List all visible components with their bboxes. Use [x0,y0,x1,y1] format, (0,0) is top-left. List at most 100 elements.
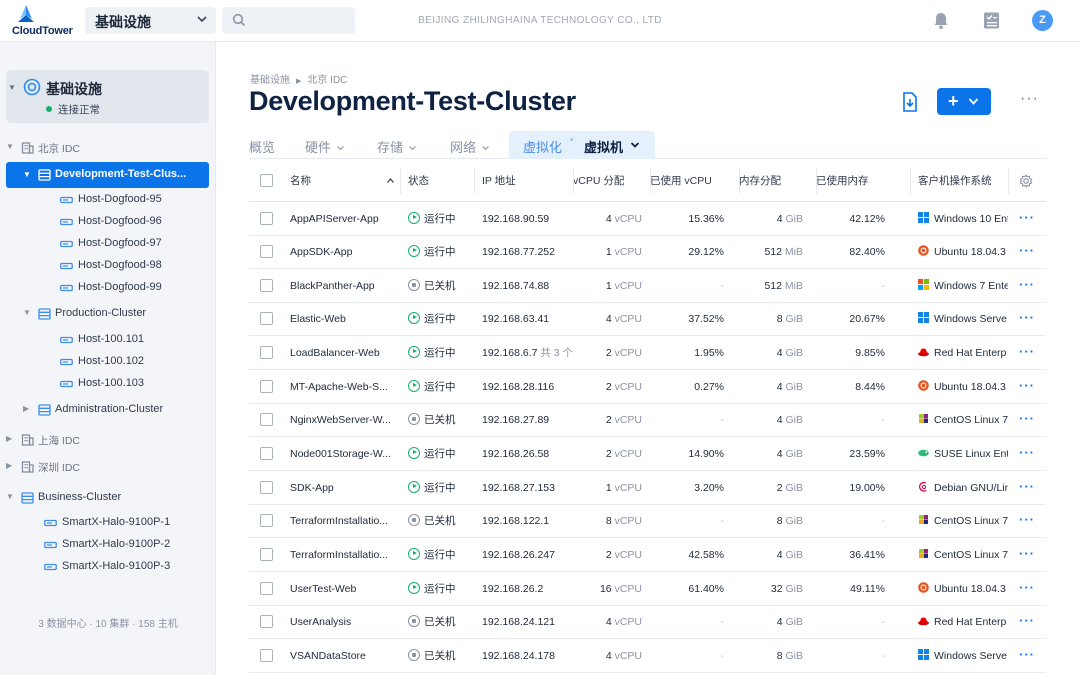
column-header[interactable]: IP 地址 [482,160,516,201]
row-more-button[interactable]: ··· [1019,504,1035,536]
table-row[interactable]: LoadBalancer-Web 运行中 192.168.6.7 共 3 个2 vC… [249,336,1046,370]
row-more-button[interactable]: ··· [1019,437,1035,469]
table-row[interactable]: MT-Apache-Web-S... 运行中 192.168.28.116 2 vCP… [249,370,1046,404]
user-avatar[interactable]: Z [1032,10,1053,31]
tree-item-idc[interactable]: ▼ 北京 IDC [0,137,215,159]
export-icon[interactable] [897,89,923,115]
table-row[interactable]: Node001Storage-W... 运行中 192.168.26.58 2 vCP… [249,437,1046,471]
vm-name[interactable]: VSANDataStore [290,639,398,672]
row-checkbox[interactable] [260,649,273,662]
tab-2[interactable]: 存储 [377,137,417,156]
vm-name[interactable]: UserAnalysis [290,605,398,638]
tree-item-host[interactable]: SmartX-Halo-9100P-1 [0,512,215,534]
row-more-button[interactable]: ··· [1019,302,1035,334]
table-row[interactable]: SDK-App 运行中 192.168.27.153 1 vCPU 3.20% 2 GiB… [249,471,1046,505]
row-checkbox[interactable] [260,312,273,325]
datacenter-card[interactable]: ▼ 基础设施 连接正常 [6,70,209,123]
column-header[interactable]: 内存分配 [739,160,781,201]
column-divider[interactable] [400,168,401,194]
row-checkbox[interactable] [260,582,273,595]
search-input[interactable] [222,7,355,34]
vm-name[interactable]: UserTest-Web [290,572,398,605]
tree-item-host[interactable]: Host-Dogfood-95 [0,189,215,211]
column-settings-gear-icon[interactable] [1019,174,1033,188]
column-header[interactable]: 已使用 vCPU [650,160,712,201]
vm-ip-count[interactable]: 共 3 个 [537,347,573,359]
add-button[interactable]: + [937,88,991,115]
tree-item-cluster[interactable]: ▼ Business-Cluster [0,487,215,509]
table-row[interactable]: TerraformInstallatio... 运行中 192.168.26.247… [249,538,1046,572]
row-checkbox[interactable] [260,245,273,258]
tree-item-cluster[interactable]: ▼ Development-Test-Clus... [6,162,209,188]
caret-down-icon[interactable]: ▼ [23,308,31,317]
table-row[interactable]: Elastic-Web 运行中 192.168.63.41 4 vCPU 37.52% 8… [249,302,1046,336]
bell-icon[interactable] [932,11,950,30]
row-checkbox[interactable] [260,615,273,628]
tree-item-host[interactable]: Host-100.101 [0,329,215,351]
column-header[interactable]: vCPU 分配 [573,160,624,201]
tasks-icon[interactable] [983,11,1000,30]
row-more-button[interactable]: ··· [1019,269,1035,301]
tree-item-host[interactable]: SmartX-Halo-9100P-2 [0,534,215,556]
column-divider[interactable] [573,168,574,194]
row-more-button[interactable]: ··· [1019,605,1035,637]
tab-0[interactable]: 概览 [249,137,275,156]
column-header[interactable]: 已使用内存 [816,160,869,201]
vm-name[interactable]: LoadBalancer-Web [290,336,398,369]
tab-3[interactable]: 网络 [450,137,490,156]
tree-item-host[interactable]: Host-100.103 [0,373,215,395]
table-row[interactable]: UserTest-Web 运行中 192.168.26.2 16 vCPU 61.40%… [249,572,1046,606]
table-row[interactable]: UserAnalysis 已关机 192.168.24.121 4 vCPU - 4 Gi… [249,605,1046,639]
tab-virtualization-label[interactable]: 虚拟化 [523,137,562,156]
column-divider[interactable] [1008,168,1009,194]
row-more-button[interactable]: ··· [1019,370,1035,402]
row-checkbox[interactable] [260,548,273,561]
select-all-checkbox[interactable] [260,174,273,187]
tab-vms-label[interactable]: 虚拟机 [584,137,623,156]
caret-down-icon[interactable]: ▼ [6,492,14,501]
table-row[interactable]: AppSDK-App 运行中 192.168.77.252 1 vCPU 29.12% 5… [249,235,1046,269]
tree-item-host[interactable]: Host-Dogfood-98 [0,255,215,277]
row-more-button[interactable]: ··· [1019,336,1035,368]
caret-down-icon[interactable]: ▼ [6,142,14,151]
table-row[interactable]: NginxWebServer-W... 已关机 192.168.27.89 2 vCP… [249,403,1046,437]
tab-1[interactable]: 硬件 [305,137,345,156]
row-checkbox[interactable] [260,346,273,359]
row-checkbox[interactable] [260,514,273,527]
row-more-button[interactable]: ··· [1019,538,1035,570]
vm-name[interactable]: Node001Storage-W... [290,437,398,470]
column-divider[interactable] [816,168,817,194]
tree-item-host[interactable]: Host-Dogfood-99 [0,277,215,299]
row-more-button[interactable]: ··· [1019,403,1035,435]
tab-virtualization-vms[interactable]: 虚拟化 • 虚拟机 [509,131,655,159]
column-header[interactable]: 状态 [408,160,429,201]
caret-right-icon[interactable]: ▶ [6,434,12,443]
vm-name[interactable]: AppSDK-App [290,235,398,268]
column-divider[interactable] [739,168,740,194]
tree-item-host[interactable]: Host-Dogfood-97 [0,233,215,255]
row-checkbox[interactable] [260,481,273,494]
caret-down-icon[interactable]: ▼ [8,83,16,92]
tree-item-host[interactable]: Host-Dogfood-96 [0,211,215,233]
vm-name[interactable]: BlackPanther-App [290,269,398,302]
caret-right-icon[interactable]: ▶ [23,404,29,413]
sort-ascending-icon[interactable] [386,177,395,184]
table-row[interactable]: VSANDataStore 已关机 192.168.24.178 4 vCPU - 8 G… [249,639,1046,673]
row-more-button[interactable]: ··· [1019,471,1035,503]
table-row[interactable]: TerraformInstallatio... 已关机 192.168.122.1 8… [249,504,1046,538]
vm-name[interactable]: NginxWebServer-W... [290,403,398,436]
column-header[interactable]: 客户机操作系统 [918,160,992,201]
row-more-button[interactable]: ··· [1019,235,1035,267]
tree-item-host[interactable]: SmartX-Halo-9100P-3 [0,556,215,578]
breadcrumb-item[interactable]: 北京 IDC [307,75,347,86]
caret-right-icon[interactable]: ▶ [6,461,12,470]
cloudtower-logo[interactable]: CloudTower [12,4,76,38]
column-divider[interactable] [910,168,911,194]
row-checkbox[interactable] [260,212,273,225]
vm-name[interactable]: TerraformInstallatio... [290,538,398,571]
row-more-button[interactable]: ··· [1019,572,1035,604]
column-divider[interactable] [650,168,651,194]
row-more-button[interactable]: ··· [1019,639,1035,671]
vm-name[interactable]: SDK-App [290,471,398,504]
tree-item-idc[interactable]: ▶ 深圳 IDC [0,456,215,478]
